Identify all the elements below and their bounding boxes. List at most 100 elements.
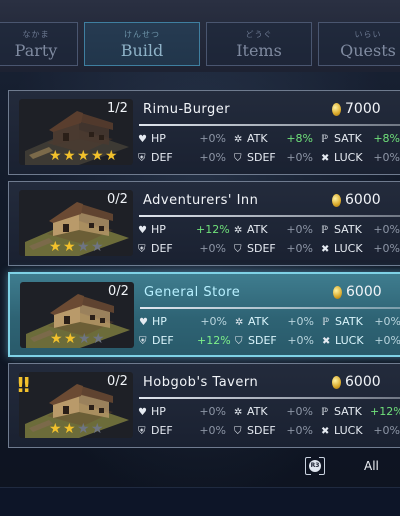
category-tab-bar: なかま Party けんせつ Build どうぐ Items いらい Quest… xyxy=(0,0,400,72)
building-row[interactable]: ★ ★ ★ ★ 0/2 Adventurers' Inn 6000 ♥ HP +12% ✲ ATK +0… xyxy=(8,181,400,266)
building-name: Rimu-Burger xyxy=(143,102,231,117)
satk-icon: ℙ xyxy=(321,134,329,145)
tab-build[interactable]: けんせつ Build xyxy=(84,22,200,66)
bottom-bar xyxy=(0,487,400,516)
stat-satk-value: +0% xyxy=(373,223,400,236)
stat-satk-name: SATK xyxy=(334,405,362,418)
owned-count: 1/2 xyxy=(107,101,128,116)
atk-icon: ✲ xyxy=(235,317,244,328)
sdef-icon: ⛉ xyxy=(234,153,242,164)
stat-satk-value: +0% xyxy=(374,315,400,328)
stat-satk-label: ℙ SATK xyxy=(322,315,363,328)
tab-build-kana: けんせつ xyxy=(124,30,160,39)
star-empty-icon: ★ xyxy=(78,331,91,347)
luck-icon: ✖ xyxy=(321,244,330,255)
stat-sdef-name: SDEF xyxy=(247,151,276,164)
tab-items[interactable]: どうぐ Items xyxy=(206,22,312,66)
hp-icon: ♥ xyxy=(139,317,148,328)
star-filled-icon: ★ xyxy=(63,148,76,164)
gold-coin-icon xyxy=(332,103,341,116)
r3-button-icon[interactable]: R3 xyxy=(305,457,325,475)
tab-items-kana: どうぐ xyxy=(245,30,273,39)
alert-icon: !! xyxy=(16,373,31,397)
satk-icon: ℙ xyxy=(321,225,329,236)
stat-hp-label: ♥ HP xyxy=(139,315,167,328)
divider xyxy=(140,307,400,309)
def-icon: ⛨ xyxy=(139,336,147,347)
tab-quests-kana: いらい xyxy=(354,30,382,39)
star-filled-icon: ★ xyxy=(105,148,118,164)
stat-satk-name: SATK xyxy=(334,223,362,236)
stat-hp-label: ♥ HP xyxy=(138,223,166,236)
stat-satk-value: +12% xyxy=(370,405,400,418)
stat-hp-value: +0% xyxy=(200,315,227,328)
building-row[interactable]: ★ ★ ★ ★ 0/2 General Store 6000 ♥ HP +0% ✲ ATK +0% ℙ SA… xyxy=(8,272,400,357)
building-row[interactable]: ★ ★ ★ ★ ★ 1/2 Rimu-Burger 7000 ♥ HP +0% ✲ ATK +8% ℙ SAT… xyxy=(8,90,400,175)
def-icon: ⛨ xyxy=(138,244,146,255)
stat-luck-name: LUCK xyxy=(335,334,364,347)
stat-atk-label: ✲ ATK xyxy=(234,223,268,236)
stat-satk-label: ℙ SATK xyxy=(321,223,362,236)
star-filled-icon: ★ xyxy=(49,421,62,437)
hp-icon: ♥ xyxy=(138,225,147,236)
price: 6000 xyxy=(345,374,381,390)
price: 6000 xyxy=(346,284,382,300)
stat-hp-name: HP xyxy=(151,223,166,236)
r3-glyph: R3 xyxy=(309,460,321,472)
stat-atk-name: ATK xyxy=(247,405,268,418)
atk-icon: ✲ xyxy=(234,407,243,418)
gold-coin-icon xyxy=(332,194,341,207)
stat-sdef-value: +0% xyxy=(286,242,313,255)
stat-atk-name: ATK xyxy=(247,132,268,145)
stat-def-label: ⛨ DEF xyxy=(138,242,173,255)
stat-luck-value: +0% xyxy=(374,334,400,347)
stat-hp-label: ♥ HP xyxy=(138,132,166,145)
stat-luck-name: LUCK xyxy=(334,424,363,437)
tab-build-label: Build xyxy=(120,41,164,60)
stat-def-name: DEF xyxy=(151,424,173,437)
stat-luck-label: ✖ LUCK xyxy=(321,424,363,437)
tab-party[interactable]: なかま Party xyxy=(0,22,78,66)
stat-satk-name: SATK xyxy=(334,132,362,145)
luck-icon: ✖ xyxy=(322,336,331,347)
building-name: General Store xyxy=(144,285,241,300)
stat-def-value: +12% xyxy=(197,334,231,347)
tab-items-label: Items xyxy=(236,41,282,60)
star-filled-icon: ★ xyxy=(63,239,76,255)
stat-atk-name: ATK xyxy=(248,315,269,328)
stat-luck-label: ✖ LUCK xyxy=(321,242,363,255)
tab-party-kana: なかま xyxy=(22,30,50,39)
star-filled-icon: ★ xyxy=(77,148,90,164)
stat-sdef-name: SDEF xyxy=(248,334,277,347)
building-row[interactable]: ★ ★ ★ ★ 0/2 Hobgob's Tavern 6000 ♥ HP +0% ✲ ATK +0% ℙ… xyxy=(8,363,400,448)
stat-hp-name: HP xyxy=(151,405,166,418)
stat-luck-value: +0% xyxy=(373,242,400,255)
stat-def-name: DEF xyxy=(152,334,174,347)
star-filled-icon: ★ xyxy=(63,421,76,437)
divider xyxy=(139,215,400,217)
star-filled-icon: ★ xyxy=(50,331,63,347)
stat-satk-label: ℙ SATK xyxy=(321,405,362,418)
star-empty-icon: ★ xyxy=(91,239,104,255)
owned-count: 0/2 xyxy=(107,374,128,389)
stat-sdef-value: +0% xyxy=(286,151,313,164)
gold-coin-icon xyxy=(332,376,341,389)
stat-hp-label: ♥ HP xyxy=(138,405,166,418)
stat-luck-name: LUCK xyxy=(334,151,363,164)
stat-hp-value: +12% xyxy=(196,223,230,236)
stat-atk-value: +0% xyxy=(287,315,314,328)
stat-atk-name: ATK xyxy=(247,223,268,236)
sdef-icon: ⛉ xyxy=(235,336,243,347)
tab-quests[interactable]: いらい Quests xyxy=(318,22,400,66)
filter-all-label[interactable]: All xyxy=(364,459,379,473)
stat-luck-label: ✖ LUCK xyxy=(322,334,364,347)
stat-luck-value: +0% xyxy=(373,151,400,164)
stat-luck-label: ✖ LUCK xyxy=(321,151,363,164)
stat-hp-value: +0% xyxy=(199,405,226,418)
stat-def-value: +0% xyxy=(199,242,226,255)
building-name: Adventurers' Inn xyxy=(143,193,259,208)
stat-atk-label: ✲ ATK xyxy=(234,132,268,145)
owned-count: 0/2 xyxy=(108,284,129,299)
sdef-icon: ⛉ xyxy=(234,244,242,255)
stat-hp-name: HP xyxy=(152,315,167,328)
